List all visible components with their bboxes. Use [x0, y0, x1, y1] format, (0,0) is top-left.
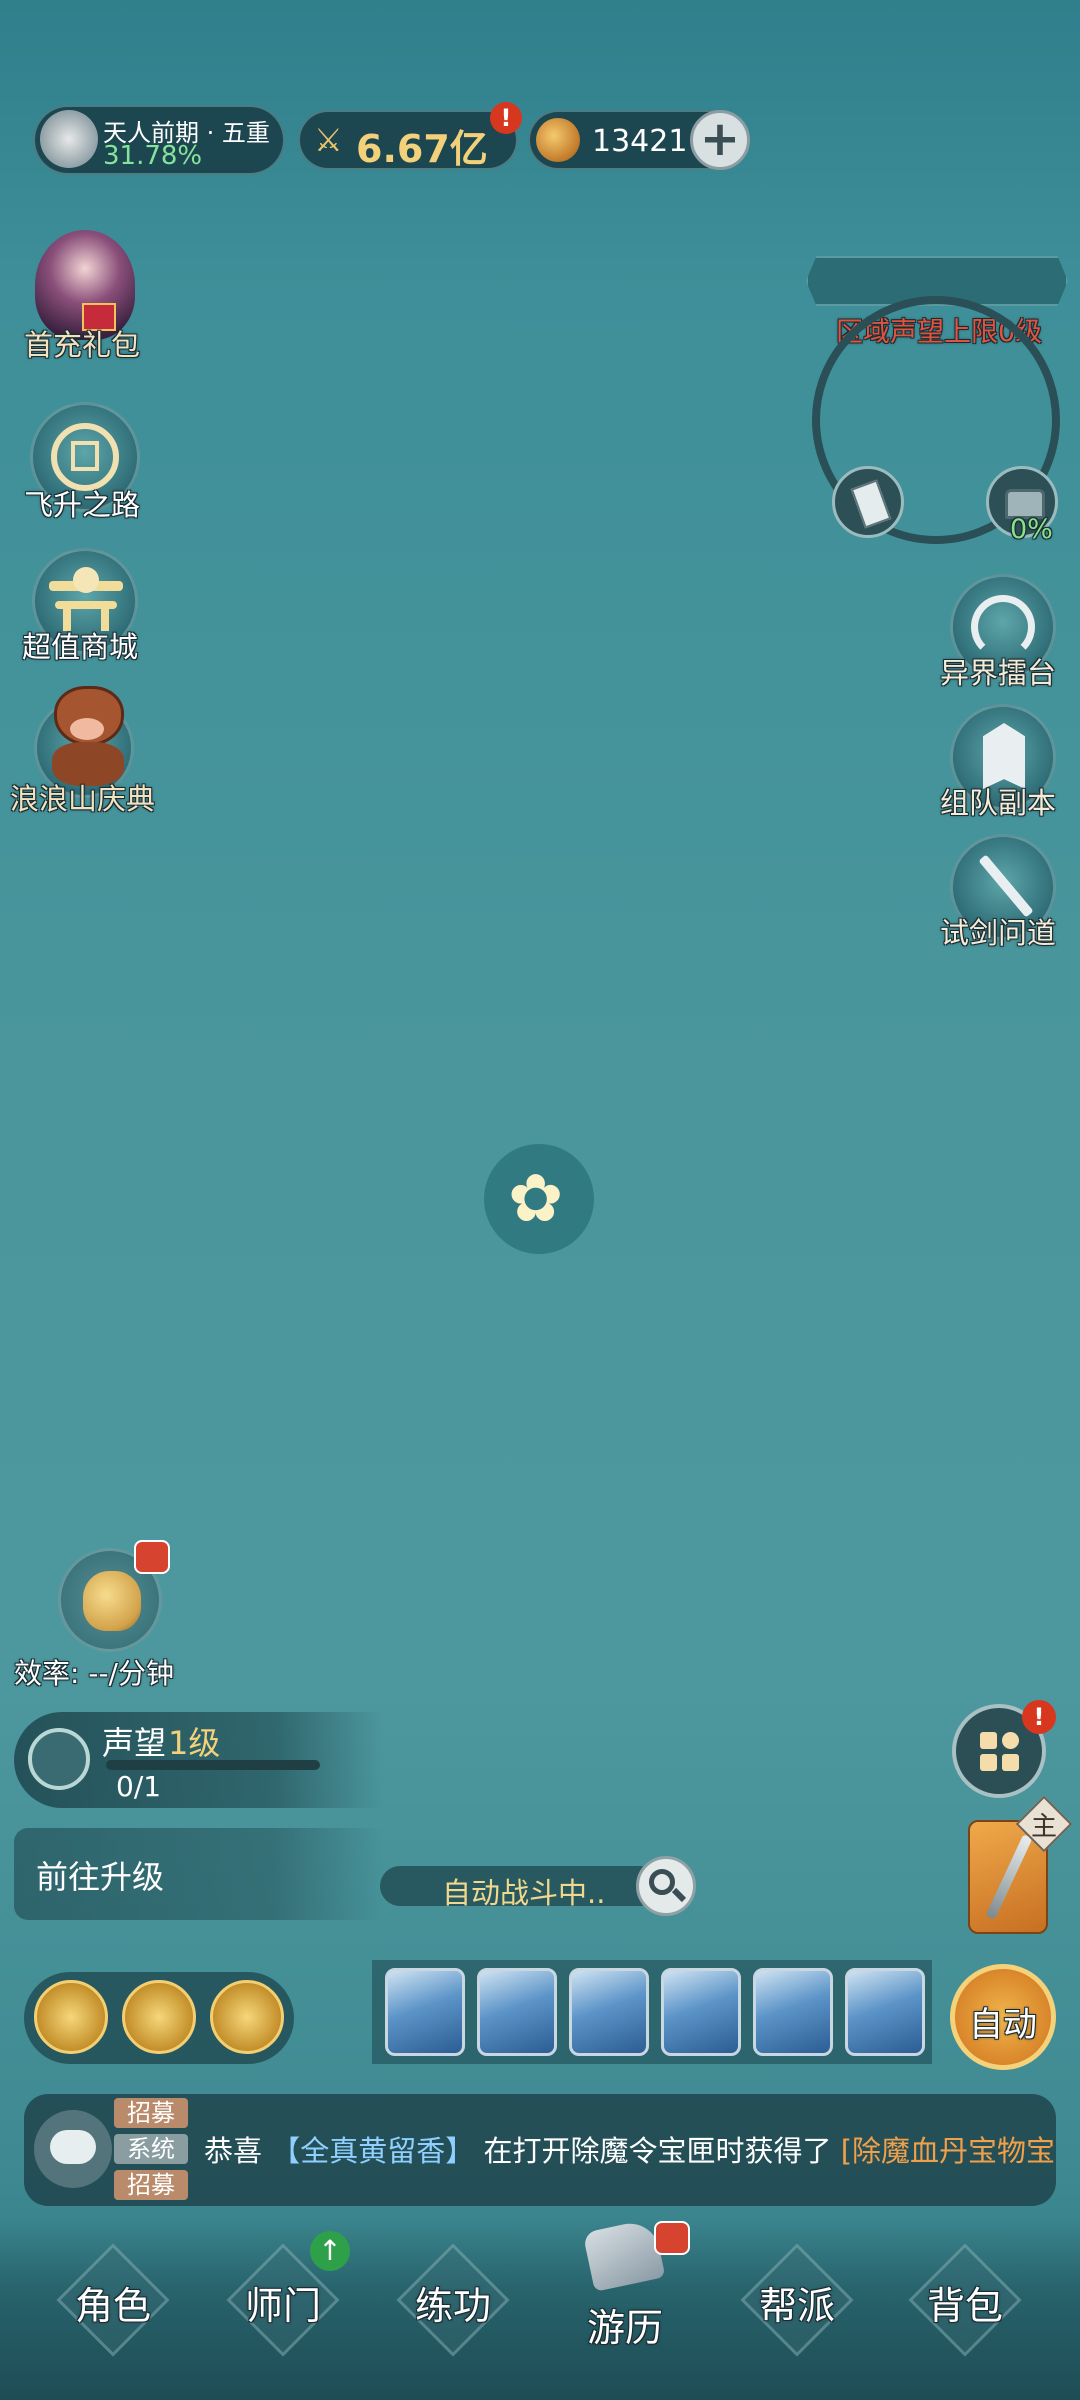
- chat-tag-recruit-2: 招募: [114, 2170, 188, 2200]
- pavilion-moon: [73, 567, 99, 593]
- center-flower-button[interactable]: ✿: [484, 1144, 594, 1254]
- add-currency-button[interactable]: +: [690, 110, 750, 170]
- realm-panel[interactable]: 天人前期 · 五重 31.78%: [33, 105, 285, 175]
- grid-cell-1: [980, 1732, 997, 1749]
- map-document-button[interactable]: [832, 466, 904, 538]
- efficiency-text: 效率: --/分钟: [14, 1657, 174, 1690]
- skill-slot-5[interactable]: [753, 1968, 833, 2056]
- team-dungeon-label: 组队副本: [940, 786, 1057, 820]
- skill-slot-3[interactable]: [569, 1968, 649, 2056]
- upgrade-arrow-icon: ↑: [310, 2231, 350, 2271]
- auto-button-label: 自动: [969, 2005, 1037, 2045]
- crossed-swords-icon: ⚔: [314, 121, 343, 159]
- skill-slot-4[interactable]: [661, 1968, 741, 2056]
- chat-bubble-icon[interactable]: [34, 2110, 112, 2188]
- nav-sect[interactable]: 师门 ↑: [218, 2231, 350, 2365]
- chat-tag-recruit-1: 招募: [114, 2098, 188, 2128]
- region-progress-text: 0%: [1010, 514, 1053, 545]
- chat-message: 恭喜 【全真黄留香】 在打开除魔令宝匣时获得了 [除魔血丹宝物宝: [204, 2128, 1064, 2168]
- gift-badge-icon: [134, 1540, 170, 1574]
- skill-slot-2[interactable]: [477, 1968, 557, 2056]
- nav-guild-label: 帮派: [758, 2284, 835, 2328]
- chat-bar[interactable]: 招募 系统 招募 恭喜 【全真黄留香】 在打开除魔令宝匣时获得了 [除魔血丹宝物…: [24, 2094, 1056, 2206]
- nav-character-label: 角色: [74, 2284, 151, 2328]
- reputation-emblem-icon: [28, 1728, 90, 1790]
- chat-action: 在打开除魔令宝匣时获得了: [483, 2134, 832, 2168]
- go-upgrade-label: 前往升级: [36, 1858, 165, 1896]
- blade-weapon-icon: [985, 1834, 1033, 1920]
- combat-power-value: 6.67亿: [356, 127, 488, 171]
- currency-value: 13421: [592, 124, 688, 159]
- chat-prefix: 恭喜: [204, 2134, 263, 2168]
- nav-backpack[interactable]: 背包: [900, 2243, 1030, 2365]
- ascension-road-label: 飞升之路: [24, 488, 141, 522]
- talisman-slot-1[interactable]: [34, 1980, 108, 2054]
- reputation-level: 1级: [168, 1724, 221, 1762]
- auto-battle-text: 自动战斗中..: [442, 1876, 606, 1910]
- nav-guild[interactable]: 帮派: [732, 2243, 862, 2365]
- grid-cell-2: [1002, 1732, 1019, 1749]
- gold-bag-icon: [83, 1571, 141, 1631]
- realm-percent: 31.78%: [103, 141, 203, 171]
- travel-boots-icon: [582, 2218, 666, 2292]
- nav-travel-label: 游历: [586, 2306, 663, 2350]
- langlang-mountain-event-label: 浪浪山庆典: [10, 782, 156, 816]
- main-badge-label: 主: [1030, 1812, 1057, 1842]
- auto-battle-status: 自动战斗中..: [380, 1866, 660, 1910]
- chat-player[interactable]: 【全真黄留香】: [271, 2134, 474, 2168]
- nav-training[interactable]: 练功: [388, 2243, 518, 2365]
- reputation-panel[interactable]: 声望 1级 0/1: [14, 1712, 384, 1808]
- skill-slot-1[interactable]: [385, 1968, 465, 2056]
- pavilion-shop-icon: [49, 567, 123, 631]
- nav-character[interactable]: 角色: [48, 2243, 178, 2365]
- chat-bubble-shape: [50, 2130, 96, 2164]
- jade-coin-icon: [536, 118, 580, 162]
- otherworld-arena-label: 异界擂台: [940, 656, 1057, 690]
- grid-menu-icon: [980, 1732, 1020, 1772]
- travel-gift-badge-icon: [654, 2221, 690, 2255]
- sword-trial-label: 试剑问道: [940, 916, 1057, 950]
- ascension-emblem-center: [71, 441, 99, 471]
- reputation-progress-bar: [106, 1760, 320, 1770]
- grid-cell-3: [980, 1754, 997, 1771]
- flower-icon: ✿: [508, 1160, 564, 1237]
- menu-alert-badge-icon: !: [1022, 1700, 1056, 1734]
- search-battle-button[interactable]: [636, 1856, 696, 1916]
- realm-avatar-icon: [40, 110, 98, 168]
- chat-tag-system: 系统: [114, 2134, 188, 2164]
- nav-training-label: 练功: [414, 2284, 491, 2328]
- grid-cell-4: [1002, 1754, 1019, 1771]
- go-upgrade-button[interactable]: 前往升级: [14, 1828, 384, 1920]
- nav-sect-label: 师门: [244, 2284, 321, 2328]
- talisman-slot-3[interactable]: [210, 1980, 284, 2054]
- skill-slot-6[interactable]: [845, 1968, 925, 2056]
- boar-mascot-icon: [48, 680, 128, 790]
- first-charge-gift-label: 首充礼包: [24, 328, 141, 362]
- chat-item[interactable]: [除魔血丹宝物宝: [841, 2134, 1055, 2168]
- alert-badge-icon: !: [490, 102, 522, 134]
- boar-snout: [70, 718, 104, 740]
- document-icon: [850, 479, 892, 529]
- value-shop-label: 超值商城: [22, 630, 139, 664]
- nav-travel[interactable]: 游历: [560, 2218, 690, 2365]
- search-icon-handle: [671, 1887, 687, 1903]
- sword-trial-icon: [978, 854, 1034, 918]
- combat-power-panel[interactable]: ⚔ 6.67亿 !: [298, 102, 522, 171]
- auto-button[interactable]: 自动: [950, 1964, 1056, 2070]
- talisman-slot-2[interactable]: [122, 1980, 196, 2054]
- pavilion-roof-2: [55, 601, 117, 609]
- reputation-progress-text: 0/1: [116, 1770, 162, 1803]
- nav-backpack-label: 背包: [926, 2284, 1003, 2328]
- reputation-title: 声望: [102, 1724, 167, 1762]
